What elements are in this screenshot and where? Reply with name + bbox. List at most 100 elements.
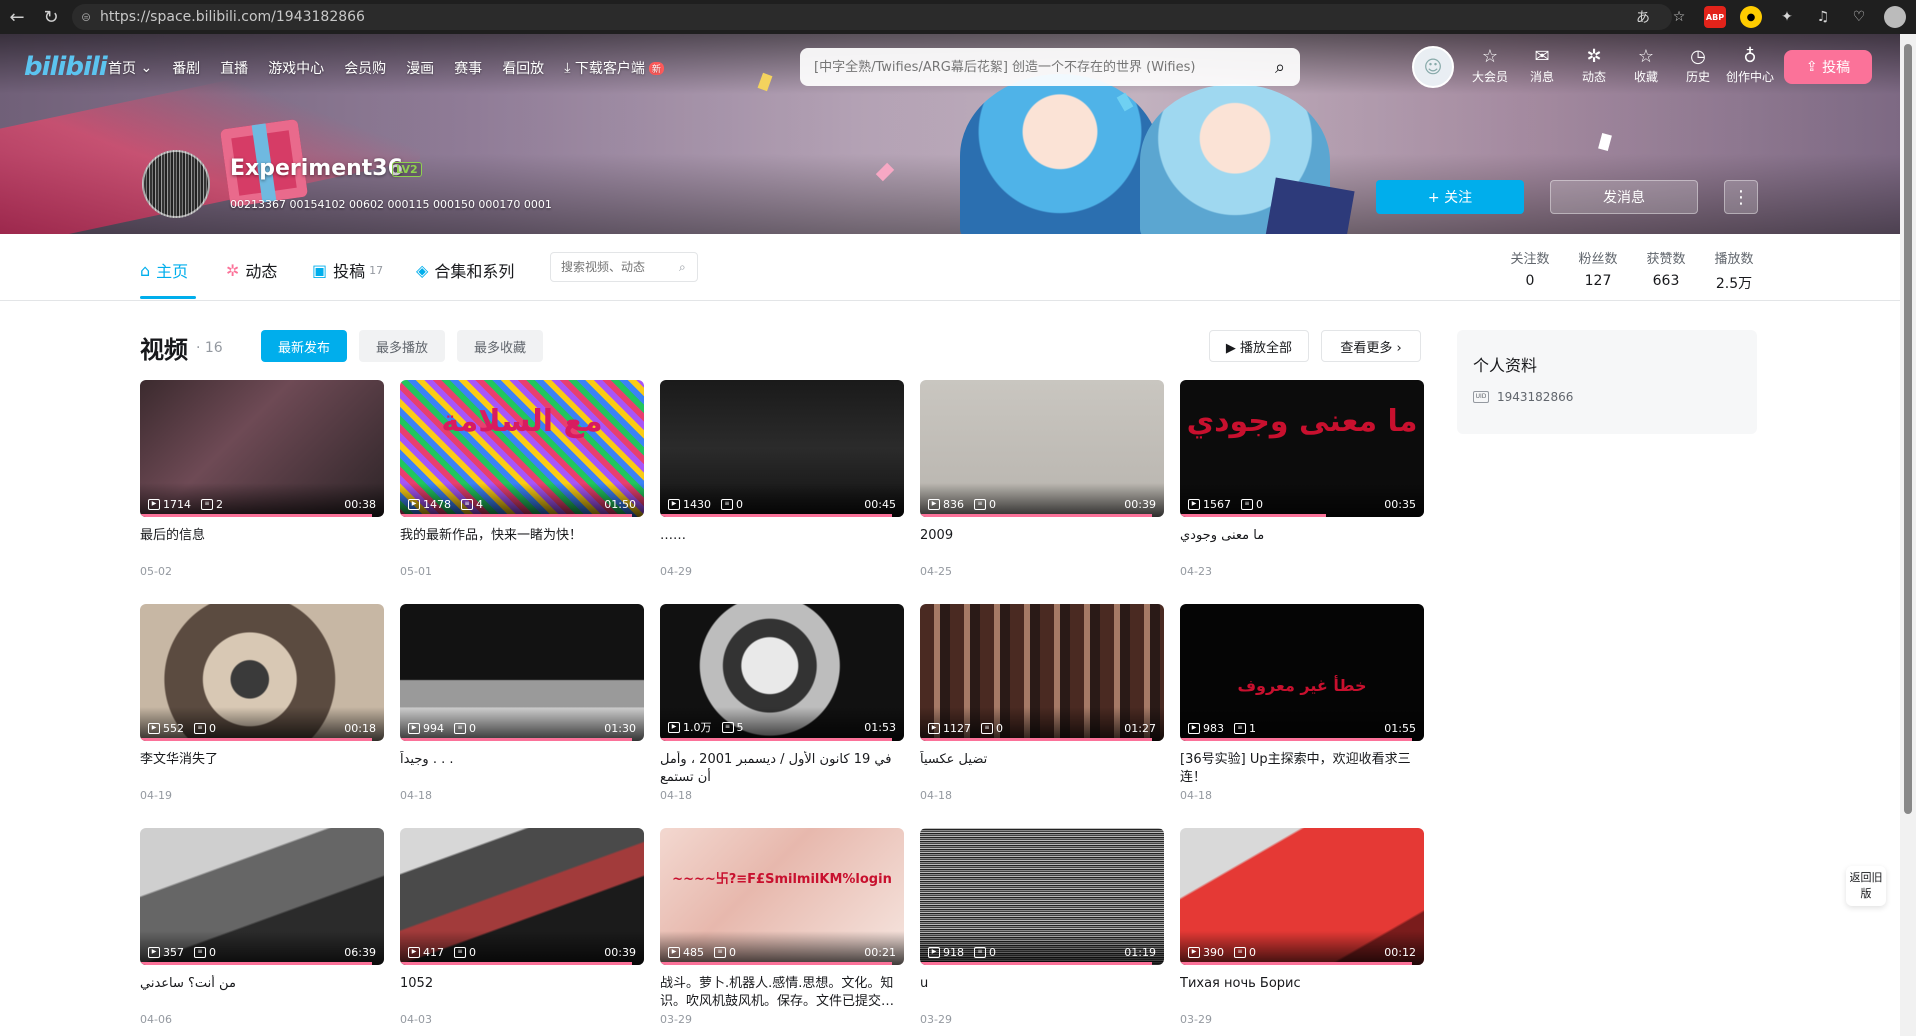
address-bar[interactable]: ⊜ https://space.bilibili.com/1943182866 <box>72 4 1672 30</box>
video-title[interactable]: u <box>920 975 1164 1011</box>
video-card[interactable]: ▶ 417 ≡ 0 00:39 1052 04-03 <box>400 828 644 1026</box>
nav-live[interactable]: 直播 <box>220 58 248 78</box>
stat-fans[interactable]: 粉丝数 127 <box>1564 248 1632 293</box>
puzzle-extensions-icon[interactable]: ✦ <box>1776 6 1798 28</box>
upload-button[interactable]: ⇪ 投稿 <box>1784 50 1872 84</box>
video-title[interactable]: 李文华消失了 <box>140 751 384 787</box>
adblock-icon[interactable]: ABP <box>1704 6 1726 28</box>
nav-mall[interactable]: 会员购 <box>344 58 386 78</box>
page-scrollbar[interactable] <box>1900 34 1916 1036</box>
tab-home[interactable]: ⌂ 主页 <box>140 258 188 282</box>
video-card[interactable]: ▶ 836 ≡ 0 00:39 2009 04-25 <box>920 380 1164 578</box>
sort-most-played-button[interactable]: 最多播放 <box>359 330 445 362</box>
video-card[interactable]: ▶ 1.0万 ≡ 5 01:53 في 19 كانون الأول / ديسمبر 2… <box>660 604 904 802</box>
media-icon[interactable]: ♫ <box>1812 6 1834 28</box>
bookmark-star-icon[interactable]: ☆ <box>1668 6 1690 28</box>
back-arrow-icon[interactable]: ← <box>0 0 34 34</box>
profile-avatar-icon[interactable] <box>1884 6 1906 28</box>
dynamics-entry[interactable]: ✲ 动态 <box>1568 46 1620 85</box>
see-more-button[interactable]: 查看更多 › <box>1321 330 1421 362</box>
video-title[interactable]: تضيل عكسياً <box>920 751 1164 787</box>
video-title[interactable]: 战斗。萝卜.机器人.感情.思想。文化。知识。吹风机鼓风机。保存。文件已提交… <box>660 975 904 1011</box>
nav-home[interactable]: 首页 ⌄ <box>108 58 152 78</box>
video-title[interactable]: في 19 كانون الأول / ديسمبر 2001 ، وأمل أ… <box>660 751 904 787</box>
video-card[interactable]: خطأ غير معروف ▶ 983 ≡ 1 01:55 [36号实验] Up主探索中，欢… <box>1180 604 1424 802</box>
video-thumbnail[interactable]: ▶ 357 ≡ 0 06:39 <box>140 828 384 965</box>
video-card[interactable]: ▶ 390 ≡ 0 00:12 Тихая ночь Борис 03-29 <box>1180 828 1424 1026</box>
reload-icon[interactable]: ↻ <box>34 0 68 34</box>
tab-series[interactable]: ◈ 合集和系列 <box>416 258 514 282</box>
creator-center-entry[interactable]: ♁ 创作中心 <box>1724 46 1776 85</box>
nav-esports[interactable]: 赛事 <box>454 58 482 78</box>
health-icon[interactable]: ♡ <box>1848 6 1870 28</box>
video-card[interactable]: ▶ 994 ≡ 0 01:30 وجيداً . . . 04-18 <box>400 604 644 802</box>
video-thumbnail[interactable]: ▶ 417 ≡ 0 00:39 <box>400 828 644 965</box>
extension-icon[interactable]: ● <box>1740 6 1762 28</box>
danmaku-icon: ≡ <box>461 499 473 510</box>
vip-entry[interactable]: ☆ 大会员 <box>1464 46 1516 85</box>
video-thumbnail[interactable]: خطأ غير معروف ▶ 983 ≡ 1 01:55 <box>1180 604 1424 741</box>
history-entry[interactable]: ◷ 历史 <box>1672 46 1724 85</box>
tab-dynamic[interactable]: ✲ 动态 <box>226 258 277 282</box>
video-thumbnail[interactable]: ما معنى وجودي ▶ 1567 ≡ 0 00:35 <box>1180 380 1424 517</box>
search-icon[interactable]: ⌕ <box>679 260 686 275</box>
favorites-entry[interactable]: ☆ 收藏 <box>1620 46 1672 85</box>
video-thumbnail[interactable]: مع السلامة ▶ 1478 ≡ 4 01:50 <box>400 380 644 517</box>
video-card[interactable]: ▶ 1430 ≡ 0 00:45 …… 04-29 <box>660 380 904 578</box>
video-thumbnail[interactable]: ▶ 552 ≡ 0 00:18 <box>140 604 384 741</box>
site-info-icon[interactable]: ⊜ <box>72 10 100 24</box>
video-thumbnail[interactable]: ▶ 1714 ≡ 2 00:38 <box>140 380 384 517</box>
video-title[interactable]: 2009 <box>920 527 1164 563</box>
video-title[interactable]: 我的最新作品，快来一睹为快！ <box>400 527 644 563</box>
video-title[interactable]: 最后的信息 <box>140 527 384 563</box>
video-title[interactable]: Тихая ночь Борис <box>1180 975 1424 1011</box>
more-options-icon[interactable]: ⋮ <box>1724 180 1758 214</box>
video-card[interactable]: ▶ 1714 ≡ 2 00:38 最后的信息 05-02 <box>140 380 384 578</box>
video-thumbnail[interactable]: ▶ 994 ≡ 0 01:30 <box>400 604 644 741</box>
nav-manga[interactable]: 漫画 <box>406 58 434 78</box>
nav-replay[interactable]: 看回放 <box>502 58 544 78</box>
search-icon[interactable]: ⌕ <box>1260 48 1300 86</box>
video-title[interactable]: [36号实验] Up主探索中，欢迎收看求三连！ <box>1180 751 1424 787</box>
translate-icon[interactable]: あ <box>1632 6 1654 28</box>
profile-avatar[interactable] <box>142 150 210 218</box>
video-card[interactable]: ▶ 357 ≡ 0 06:39 من أنت؟ ساعدني 04-06 <box>140 828 384 1026</box>
comment-count: 0 <box>996 722 1003 735</box>
video-title[interactable]: ما معنى وجودي <box>1180 527 1424 563</box>
video-title[interactable]: من أنت؟ ساعدني <box>140 975 384 1011</box>
tab-contributions[interactable]: ▣ 投稿 17 <box>312 258 383 282</box>
stat-following[interactable]: 关注数 0 <box>1496 248 1564 293</box>
follow-button[interactable]: + 关注 <box>1376 180 1524 214</box>
nav-game-center[interactable]: 游戏中心 <box>268 58 324 78</box>
video-title[interactable]: …… <box>660 527 904 563</box>
back-to-old-version-button[interactable]: 返回旧版 <box>1846 866 1886 906</box>
sort-latest-button[interactable]: 最新发布 <box>261 330 347 362</box>
sort-most-favorited-button[interactable]: 最多收藏 <box>457 330 543 362</box>
nav-download-client[interactable]: ⤓ 下载客户端 新 <box>564 58 664 78</box>
video-card[interactable]: ▶ 918 ≡ 0 01:19 u 03-29 <box>920 828 1164 1026</box>
video-card[interactable]: ▶ 552 ≡ 0 00:18 李文华消失了 04-19 <box>140 604 384 802</box>
video-thumbnail[interactable]: ▶ 836 ≡ 0 00:39 <box>920 380 1164 517</box>
video-card[interactable]: ~~~~卐?≡F£SmilmilKM%login ▶ 485 ≡ 0 00:21 战斗。萝卜… <box>660 828 904 1026</box>
search-input[interactable] <box>800 58 1260 76</box>
space-search-input[interactable] <box>551 259 673 275</box>
bilibili-logo[interactable]: bilibili <box>24 52 108 82</box>
user-avatar[interactable]: ☺ <box>1412 46 1454 88</box>
video-title[interactable]: وجيداً . . . <box>400 751 644 787</box>
video-thumbnail[interactable]: ▶ 918 ≡ 0 01:19 <box>920 828 1164 965</box>
messages-entry[interactable]: ✉ 消息 <box>1516 46 1568 85</box>
nav-anime[interactable]: 番剧 <box>172 58 200 78</box>
video-thumbnail[interactable]: ~~~~卐?≡F£SmilmilKM%login ▶ 485 ≡ 0 00:21 <box>660 828 904 965</box>
video-thumbnail[interactable]: ▶ 1127 ≡ 0 01:27 <box>920 604 1164 741</box>
uid-value: 1943182866 <box>1497 390 1574 404</box>
video-card[interactable]: ما معنى وجودي ▶ 1567 ≡ 0 00:35 ما معنى وجودي 04… <box>1180 380 1424 578</box>
video-thumbnail[interactable]: ▶ 390 ≡ 0 00:12 <box>1180 828 1424 965</box>
send-message-button[interactable]: 发消息 <box>1550 180 1698 214</box>
scrollbar-thumb[interactable] <box>1904 44 1912 814</box>
video-card[interactable]: مع السلامة ▶ 1478 ≡ 4 01:50 我的最新作品，快来一睹为快！ 05-0… <box>400 380 644 578</box>
video-card[interactable]: ▶ 1127 ≡ 0 01:27 تضيل عكسياً 04-18 <box>920 604 1164 802</box>
video-title[interactable]: 1052 <box>400 975 644 1011</box>
play-all-button[interactable]: ▶ 播放全部 <box>1209 330 1309 362</box>
video-thumbnail[interactable]: ▶ 1.0万 ≡ 5 01:53 <box>660 604 904 741</box>
video-thumbnail[interactable]: ▶ 1430 ≡ 0 00:45 <box>660 380 904 517</box>
